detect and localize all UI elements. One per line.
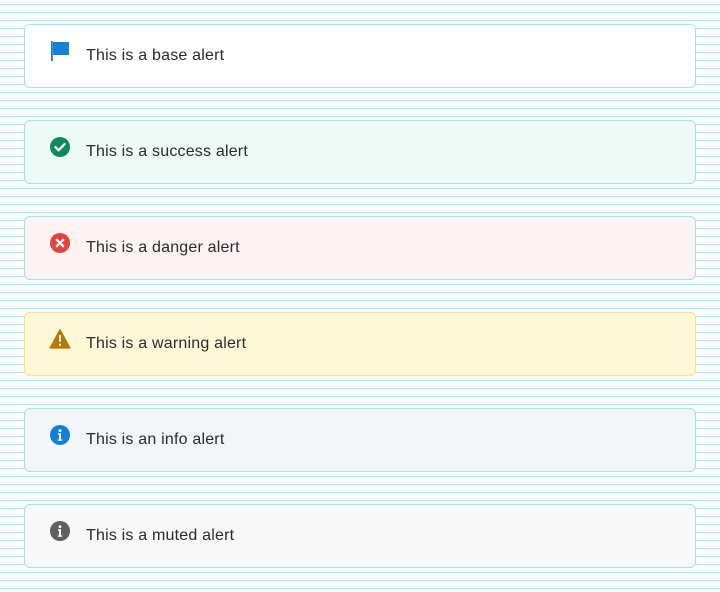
check-circle-icon — [49, 136, 71, 158]
alert-text: This is a muted alert — [86, 527, 235, 544]
info-alert: This is an info alert — [24, 408, 696, 472]
alert-text: This is a warning alert — [86, 335, 247, 352]
x-circle-icon — [49, 232, 71, 254]
warning-triangle-icon — [49, 328, 71, 350]
alert-text: This is a success alert — [86, 143, 248, 160]
alert-text: This is a base alert — [86, 47, 225, 64]
danger-alert: This is a danger alert — [24, 216, 696, 280]
alert-text: This is an info alert — [86, 431, 225, 448]
info-circle-icon — [49, 424, 71, 446]
flag-icon — [49, 40, 71, 62]
alert-text: This is a danger alert — [86, 239, 240, 256]
base-alert: This is a base alert — [24, 24, 696, 88]
warning-alert: This is a warning alert — [24, 312, 696, 376]
success-alert: This is a success alert — [24, 120, 696, 184]
alert-stack: This is a base alert This is a success a… — [0, 0, 720, 592]
info-circle-icon — [49, 520, 71, 542]
muted-alert: This is a muted alert — [24, 504, 696, 568]
